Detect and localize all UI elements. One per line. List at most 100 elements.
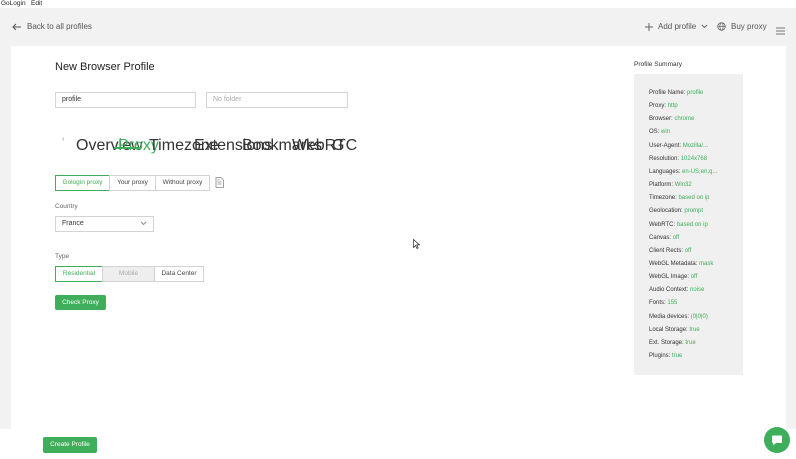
summary-value: profile	[687, 90, 704, 96]
check-proxy-button[interactable]: Check Proxy	[55, 295, 106, 310]
profile-summary-title: Profile Summary	[634, 61, 683, 68]
summary-key: Platform:	[649, 182, 674, 189]
country-select[interactable]: France	[55, 216, 154, 232]
type-label: Type	[55, 253, 70, 260]
summary-key: Timezone:	[649, 195, 677, 202]
summary-key: Media devices:	[649, 313, 690, 320]
summary-value: mask	[699, 260, 714, 267]
summary-row: Geolocation: prompt	[649, 208, 703, 214]
summary-row: Proxy: http	[649, 103, 678, 109]
type-mobile-option[interactable]: Mobile	[102, 266, 155, 282]
summary-row: Local Storage: true	[649, 327, 700, 333]
hamburger-icon	[776, 27, 785, 35]
buy-proxy-button[interactable]: Buy proxy	[717, 22, 767, 31]
summary-value: based on ip	[676, 221, 708, 228]
summary-key: Client Rects:	[649, 247, 684, 254]
summary-row: Client Rects: off	[649, 248, 691, 254]
profile-name-input[interactable]: profile	[55, 92, 196, 108]
hamburger-menu-button[interactable]	[776, 22, 785, 40]
summary-key: Browser:	[649, 116, 673, 123]
top-bar: Back to all profiles Add profile Buy pro…	[0, 8, 796, 46]
summary-value: Mozilla/...	[682, 142, 709, 149]
back-label: Back to all profiles	[27, 22, 92, 31]
summary-row: Canvas: off	[649, 235, 679, 241]
summary-row: Media devices: (0|0|0)	[649, 314, 708, 320]
add-profile-label: Add profile	[658, 22, 697, 31]
type-datacenter-option[interactable]: Data Center	[154, 266, 204, 282]
summary-key: Ext. Storage:	[649, 339, 684, 346]
summary-key: Canvas:	[649, 234, 672, 241]
your-proxy-option[interactable]: Your proxy	[109, 175, 156, 191]
page-title: New Browser Profile	[55, 61, 155, 73]
summary-row: Resolution: 1024x768	[649, 156, 707, 162]
summary-value: off	[684, 247, 692, 254]
summary-value: chrome	[674, 116, 695, 123]
chevron-down-icon	[701, 24, 708, 29]
chat-icon	[772, 435, 782, 446]
summary-value: en-US,en;q...	[682, 168, 718, 175]
summary-key: Proxy:	[649, 103, 667, 110]
summary-key: Plugins:	[649, 353, 671, 359]
tabs-scroll-left-icon[interactable]: ‹	[62, 136, 64, 143]
without-proxy-option[interactable]: Without proxy	[155, 175, 210, 191]
summary-key: Profile Name:	[649, 90, 686, 96]
summary-row: WebGL Metadata: mask	[649, 261, 713, 267]
summary-value: off	[672, 234, 680, 241]
type-residential-option[interactable]: Residential	[55, 266, 103, 282]
summary-row: User-Agent: Mozilla/...	[649, 143, 708, 149]
summary-key: WebGL Image:	[649, 274, 690, 281]
summary-value: (0|0|0)	[690, 313, 708, 320]
summary-row: Profile Name: profile	[649, 90, 703, 96]
tabs-scroll-right-icon[interactable]: ›	[342, 136, 344, 143]
add-profile-button[interactable]: Add profile	[645, 22, 708, 31]
summary-row: Timezone: based on ip	[649, 195, 710, 201]
summary-row: WebGL Image: off	[649, 274, 697, 280]
bottom-action-bar	[0, 429, 796, 459]
summary-key: Local Storage:	[649, 326, 688, 333]
summary-row: OS: win	[649, 129, 670, 135]
summary-value: true	[689, 326, 700, 333]
summary-value: 1024x768	[680, 155, 708, 162]
summary-value: true	[672, 353, 683, 359]
summary-row: WebRTC: based on ip	[649, 222, 708, 228]
summary-key: Geolocation:	[649, 208, 683, 215]
summary-value: 155	[667, 300, 678, 307]
summary-value: http	[667, 103, 678, 110]
chevron-down-icon	[140, 221, 147, 226]
mouse-cursor-icon	[413, 239, 420, 249]
menu-gologin[interactable]: GoLogin	[1, 0, 26, 7]
document-icon	[215, 177, 224, 188]
summary-key: Resolution:	[649, 155, 680, 162]
buy-proxy-label: Buy proxy	[731, 22, 767, 31]
summary-row: Ext. Storage: true	[649, 340, 696, 346]
summary-value: based on ip	[678, 195, 710, 202]
create-profile-button[interactable]: Create Profile	[43, 437, 97, 453]
menu-edit[interactable]: Edit	[31, 0, 42, 7]
summary-key: Fonts:	[649, 300, 666, 307]
summary-key: WebRTC:	[649, 221, 676, 228]
summary-row: Plugins: true	[649, 353, 682, 359]
gologin-proxy-option[interactable]: Gologin proxy	[55, 175, 110, 191]
summary-row: Audio Context: noise	[649, 287, 704, 293]
summary-value: Win32	[674, 182, 692, 189]
summary-row: Languages: en-US,en;q...	[649, 169, 717, 175]
back-to-profiles-link[interactable]: Back to all profiles	[12, 22, 92, 31]
summary-value: prompt	[684, 208, 704, 215]
app-menubar: GoLogin Edit	[0, 0, 796, 8]
support-chat-button[interactable]	[764, 427, 790, 453]
summary-key: WebGL Metadata:	[649, 260, 698, 267]
summary-row: Browser: chrome	[649, 116, 694, 122]
proxy-docs-button[interactable]	[215, 175, 224, 193]
summary-row: Platform: Win32	[649, 182, 692, 188]
folder-select[interactable]: No folder	[206, 92, 348, 108]
arrow-left-icon	[12, 23, 21, 30]
tab-webrtc[interactable]: WebRTC	[292, 137, 357, 155]
plus-icon	[645, 22, 653, 31]
summary-key: User-Agent:	[649, 142, 682, 149]
summary-key: Languages:	[649, 168, 681, 175]
summary-row: Fonts: 155	[649, 300, 677, 306]
country-label: Country	[55, 203, 78, 210]
summary-key: Audio Context:	[649, 287, 689, 294]
country-value: France	[62, 220, 84, 227]
summary-key: OS:	[649, 129, 660, 136]
